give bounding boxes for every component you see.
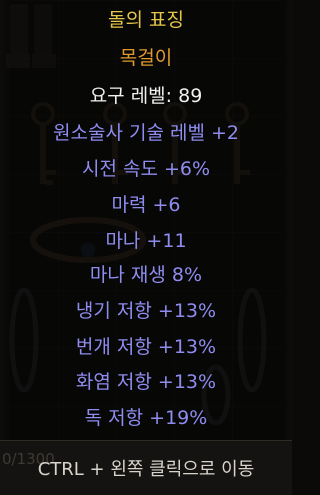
- item-mod: 마력 +6: [111, 194, 181, 216]
- item-mod: 냉기 저항 +13%: [75, 300, 217, 322]
- required-level: 요구 레벨: 89: [89, 85, 203, 107]
- item-mod: 시전 속도 +6%: [81, 158, 211, 180]
- item-mod: 화염 저항 +13%: [75, 371, 217, 393]
- item-type: 목걸이: [119, 47, 173, 69]
- game-screen: 돌의 표징 목걸이 요구 레벨: 89 원소술사 기술 레벨 +2 시전 속도 …: [0, 0, 292, 495]
- item-mod: 원소술사 기술 레벨 +2: [53, 122, 239, 144]
- item-tooltip: 돌의 표징 목걸이 요구 레벨: 89 원소술사 기술 레벨 +2 시전 속도 …: [0, 0, 292, 440]
- move-hint: CTRL + 왼쪽 클릭으로 이동: [37, 459, 255, 480]
- item-mod: 번개 저항 +13%: [75, 336, 217, 358]
- item-mod: 독 저항 +19%: [84, 407, 208, 429]
- item-mod: 마나 +11: [105, 230, 187, 252]
- footer-bar: 0/1300 CTRL + 왼쪽 클릭으로 이동: [0, 440, 292, 495]
- item-name: 돌의 표징: [108, 9, 184, 31]
- item-mod: 마나 재생 8%: [89, 264, 203, 286]
